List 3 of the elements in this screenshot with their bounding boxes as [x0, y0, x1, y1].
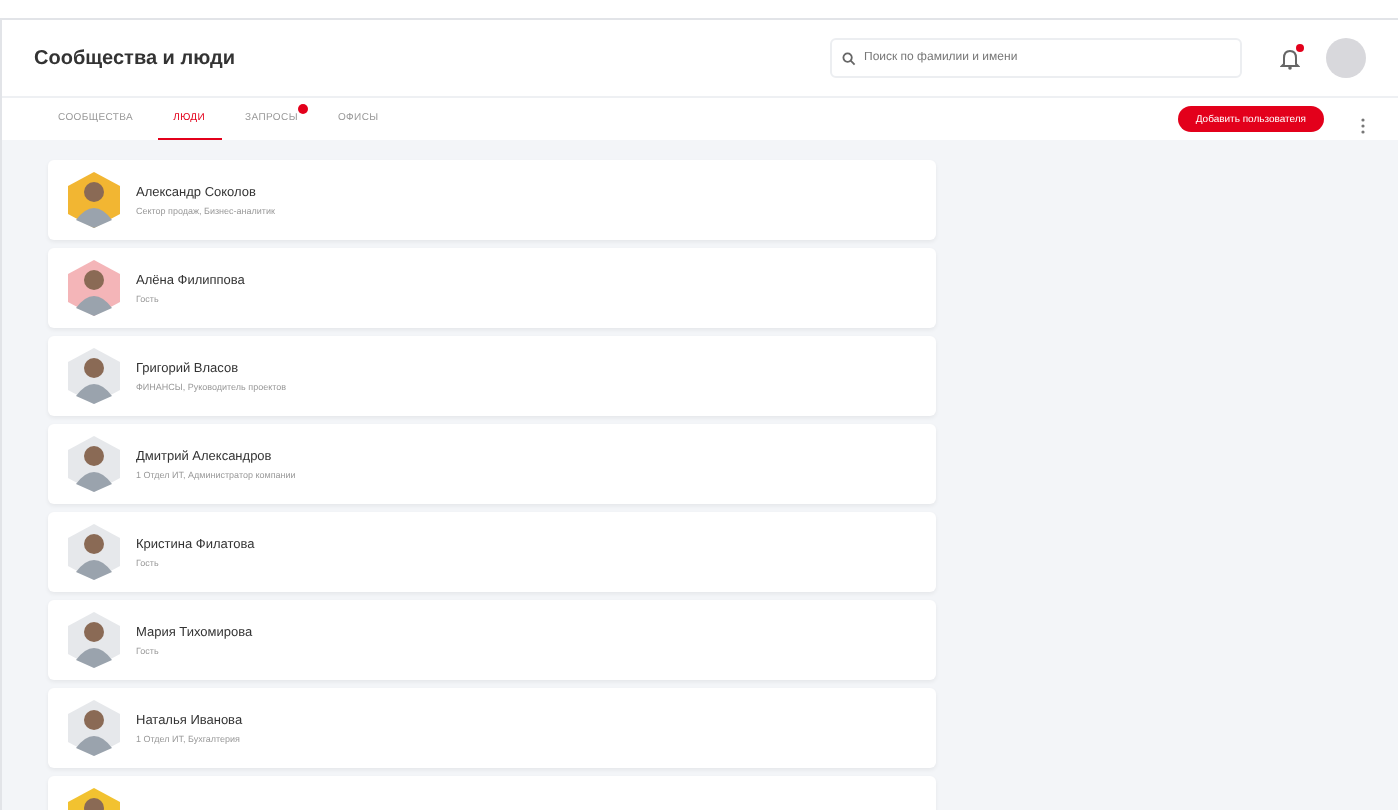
- bell-icon[interactable]: [1278, 46, 1302, 70]
- search-icon: [842, 51, 856, 65]
- page-title: Сообщества и люди: [34, 47, 237, 69]
